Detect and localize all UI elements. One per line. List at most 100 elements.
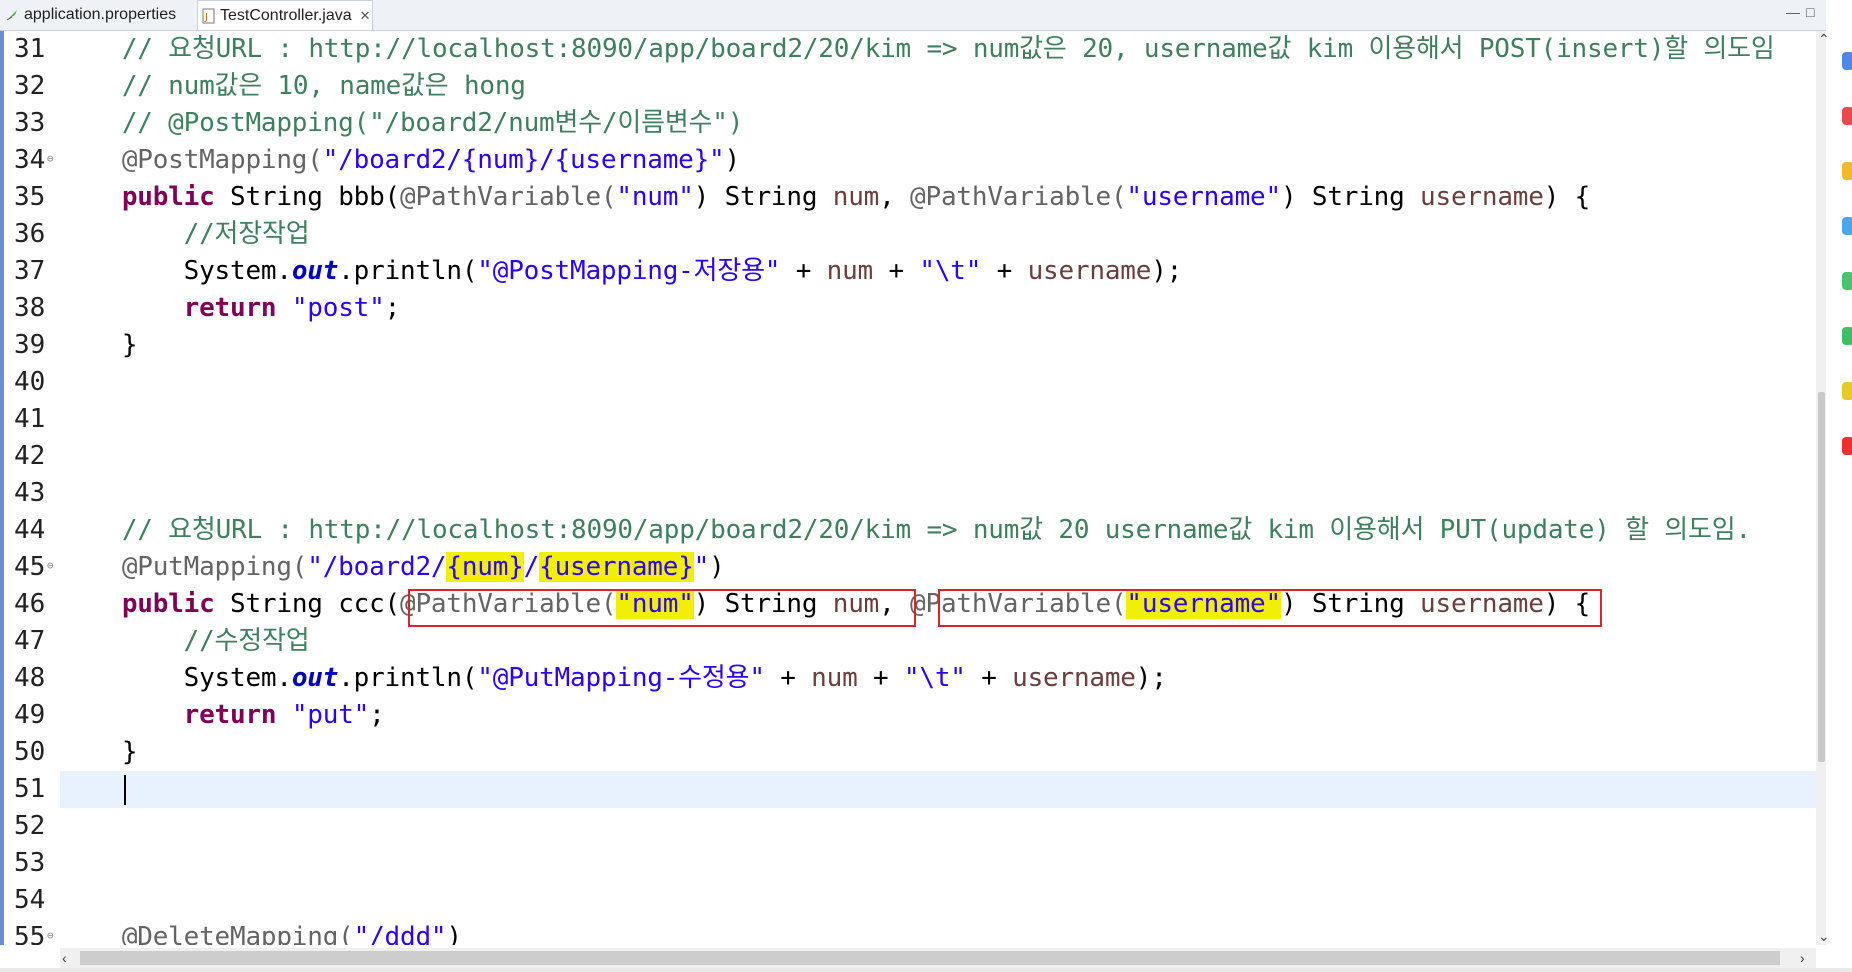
code-line[interactable]: 50 } xyxy=(0,734,1816,771)
code-token: "/ddd" xyxy=(353,922,447,945)
line-number: 42 xyxy=(14,441,46,471)
code-line[interactable]: 49 return "put"; xyxy=(0,697,1816,734)
maximize-icon[interactable]: □ xyxy=(1806,4,1814,20)
vertical-scrollbar-thumb[interactable] xyxy=(1818,392,1825,762)
side-dock-app-icon[interactable] xyxy=(1842,327,1852,345)
line-number: 53 xyxy=(14,848,46,878)
code-line[interactable]: 42 xyxy=(0,438,1816,475)
line-number: 34 xyxy=(14,145,46,175)
code-line[interactable]: 53 xyxy=(0,845,1816,882)
code-line[interactable]: 47 //수정작업 xyxy=(0,623,1816,660)
properties-file-icon xyxy=(4,7,20,23)
line-number: 54 xyxy=(14,885,46,915)
fold-toggle-icon[interactable]: ⊖ xyxy=(47,549,54,582)
code-editor[interactable]: 31 // 요청URL : http://localhost:8090/app/… xyxy=(0,31,1816,945)
code-text: // 요청URL : http://localhost:8090/app/boa… xyxy=(60,512,1751,549)
code-token: out xyxy=(291,663,339,693)
code-token: username xyxy=(1027,256,1152,286)
code-line[interactable]: 38 return "post"; xyxy=(0,290,1816,327)
code-token: ) xyxy=(709,552,725,582)
line-number: 49 xyxy=(14,700,46,730)
code-line[interactable]: 34 ⊖ @PostMapping("/board2/{num}/{usernam… xyxy=(0,142,1816,179)
minimize-icon[interactable]: — xyxy=(1786,4,1800,20)
code-line[interactable]: 37 System.out.println("@PostMapping-저장용"… xyxy=(0,253,1816,290)
code-line[interactable]: 39 } xyxy=(0,327,1816,364)
scroll-down-arrow-icon[interactable]: ⌄ xyxy=(1818,928,1830,945)
code-token: .println( xyxy=(338,663,478,693)
code-line[interactable]: 32 // num값은 10, name값은 hong xyxy=(0,68,1816,105)
code-token: num xyxy=(826,256,874,286)
code-token: + xyxy=(965,663,1013,693)
code-line[interactable]: 40 xyxy=(0,364,1816,401)
code-token: ; xyxy=(384,293,401,323)
java-file-icon: J xyxy=(202,8,216,24)
close-tab-icon[interactable]: ✕ xyxy=(360,8,371,24)
line-number: 39 xyxy=(14,330,46,360)
line-number: 31 xyxy=(14,34,46,64)
fold-toggle-icon[interactable]: ⊖ xyxy=(47,142,54,175)
code-text: return "post"; xyxy=(60,290,401,327)
scroll-left-arrow-icon[interactable]: ‹ xyxy=(62,950,67,966)
code-token: ) xyxy=(724,145,741,175)
code-line[interactable]: 36 //저장작업 xyxy=(0,216,1816,253)
scroll-right-arrow-icon[interactable]: › xyxy=(1800,950,1805,966)
line-number: 35 xyxy=(14,182,46,212)
line-number: 45 xyxy=(14,552,46,582)
code-token: + xyxy=(981,256,1028,286)
side-dock-app-icon[interactable] xyxy=(1842,382,1852,400)
code-line[interactable]: 48 System.out.println("@PutMapping-수정용" … xyxy=(0,660,1816,697)
bottom-border xyxy=(0,968,1852,972)
side-dock-app-icon[interactable] xyxy=(1842,437,1852,455)
editor-tab-bar: application.properties J TestController.… xyxy=(0,0,1826,31)
code-line[interactable]: 33 // @PostMapping("/board2/num변수/이름변수") xyxy=(0,105,1816,142)
code-line[interactable]: 45 ⊖ @PutMapping("/board2/{num}/{username… xyxy=(0,549,1816,586)
scroll-up-arrow-icon[interactable]: ⌃ xyxy=(1818,31,1830,48)
code-token: "@PostMapping-저장용" xyxy=(477,256,781,286)
code-token: // num값은 10, name값은 hong xyxy=(60,71,526,101)
tab-testcontroller-java[interactable]: J TestController.java ✕ xyxy=(197,0,373,30)
code-token: ) xyxy=(446,922,462,945)
code-line[interactable]: 51 xyxy=(0,771,1816,808)
code-line[interactable]: 43 xyxy=(0,475,1816,512)
line-number: 38 xyxy=(14,293,46,323)
code-line[interactable]: 44 // 요청URL : http://localhost:8090/app/… xyxy=(0,512,1816,549)
code-token: @PutMapping( xyxy=(60,552,308,582)
code-line[interactable]: 35 public String bbb(@PathVariable("num"… xyxy=(0,179,1816,216)
code-token: String ccc( xyxy=(214,589,401,619)
line-number: 41 xyxy=(14,404,46,434)
code-line[interactable]: 41 xyxy=(0,401,1816,438)
code-token: @PathVariable( xyxy=(400,182,617,212)
line-number: 37 xyxy=(14,256,46,286)
code-token: ) { xyxy=(1543,182,1591,212)
code-text: // 요청URL : http://localhost:8090/app/boa… xyxy=(60,31,1775,68)
horizontal-scrollbar-thumb[interactable] xyxy=(80,951,1780,965)
code-token: username xyxy=(1420,182,1544,212)
code-token: // 요청URL : http://localhost:8090/app/boa… xyxy=(60,515,1751,545)
svg-text:J: J xyxy=(204,12,208,23)
code-token: System. xyxy=(60,663,292,693)
code-token: {num} xyxy=(446,552,524,582)
code-text: // num값은 10, name값은 hong xyxy=(60,68,526,105)
fold-toggle-icon[interactable]: ⊖ xyxy=(47,919,54,945)
side-dock-app-icon[interactable] xyxy=(1842,217,1852,235)
side-dock-app-icon[interactable] xyxy=(1842,52,1852,70)
line-number: 50 xyxy=(14,737,46,767)
code-line[interactable]: 31 // 요청URL : http://localhost:8090/app/… xyxy=(0,31,1816,68)
code-line[interactable]: 52 xyxy=(0,808,1816,845)
code-token: @PathVariable( xyxy=(910,182,1127,212)
code-line[interactable]: 54 xyxy=(0,882,1816,919)
side-dock-app-icon[interactable] xyxy=(1842,162,1852,180)
tab-application-properties[interactable]: application.properties xyxy=(0,0,196,29)
code-line[interactable]: 55 ⊖ @DeleteMapping("/ddd") xyxy=(0,919,1816,945)
code-token: , xyxy=(879,182,911,212)
code-token: // 요청URL : http://localhost:8090/app/boa… xyxy=(60,34,1775,64)
current-line-highlight xyxy=(60,771,1816,808)
side-dock-app-icon[interactable] xyxy=(1842,272,1852,290)
code-text: @DeleteMapping("/ddd") xyxy=(60,919,462,945)
code-token: "/board2/ xyxy=(307,552,447,582)
side-dock-app-icon[interactable] xyxy=(1842,107,1852,125)
code-token: @DeleteMapping( xyxy=(60,922,354,945)
